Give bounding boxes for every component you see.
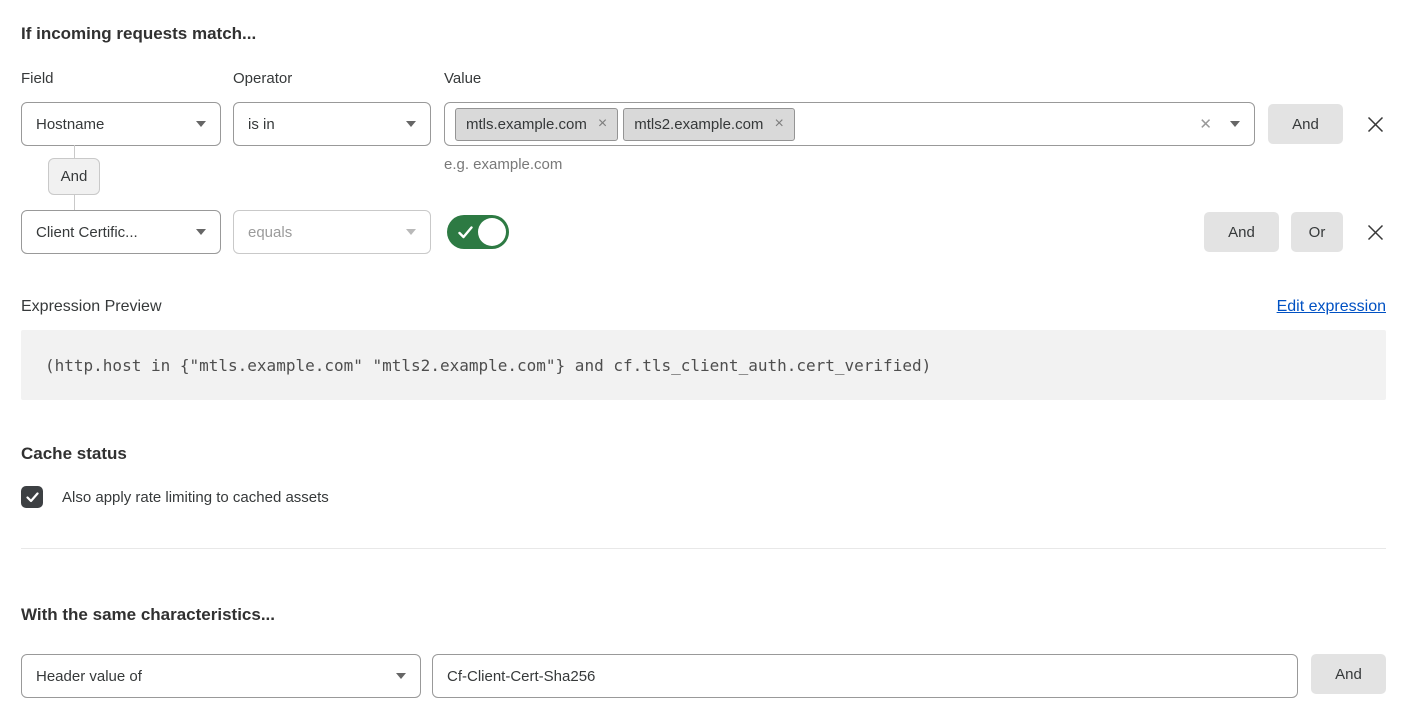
characteristic-select[interactable]: Header value of	[21, 654, 421, 698]
cache-checkbox-row: Also apply rate limiting to cached asset…	[21, 486, 1386, 508]
cached-assets-checkbox[interactable]	[21, 486, 43, 508]
field-select-2[interactable]: Client Certific...	[21, 210, 221, 254]
expression-preview-label: Expression Preview	[21, 298, 162, 316]
characteristic-select-value: Header value of	[36, 668, 142, 685]
connector-and-button[interactable]: And	[48, 158, 100, 195]
field-select-1[interactable]: Hostname	[21, 102, 221, 146]
add-and-condition-button-2[interactable]: And	[1204, 212, 1279, 252]
value-helper-text: e.g. example.com	[444, 156, 1255, 173]
expression-code: (http.host in {"mtls.example.com" "mtls2…	[21, 330, 1386, 400]
add-or-condition-button[interactable]: Or	[1291, 212, 1343, 252]
cached-assets-checkbox-label: Also apply rate limiting to cached asset…	[62, 489, 329, 506]
remove-tag-icon[interactable]: ×	[774, 116, 783, 132]
toggle-knob	[478, 218, 506, 246]
header-name-input[interactable]	[432, 654, 1298, 698]
value-tag-label: mtls2.example.com	[634, 116, 763, 133]
check-icon	[458, 226, 473, 239]
operator-select-1-value: is in	[248, 116, 275, 133]
characteristics-title: With the same characteristics...	[21, 605, 1386, 625]
value-tag-label: mtls.example.com	[466, 116, 587, 133]
chevron-down-icon	[406, 121, 416, 127]
expression-preview-header: Expression Preview Edit expression	[21, 298, 1386, 316]
value-multiselect-1[interactable]: mtls.example.com × mtls2.example.com × ✕	[444, 102, 1255, 146]
rule-row-2: Client Certific... equals And Or	[21, 210, 1386, 254]
chevron-down-icon	[406, 229, 416, 235]
remove-tag-icon[interactable]: ×	[598, 116, 607, 132]
chevron-down-icon	[196, 121, 206, 127]
rule-row-2-actions: And Or	[1204, 210, 1386, 252]
operator-select-2-value: equals	[248, 224, 292, 241]
operator-column-label: Operator	[233, 70, 431, 87]
delete-row-icon[interactable]	[1365, 114, 1386, 135]
check-icon	[26, 492, 39, 503]
value-column-label: Value	[444, 70, 481, 87]
field-select-1-value: Hostname	[36, 116, 104, 133]
value-multiselect-controls: ✕	[1197, 113, 1240, 135]
section-divider	[21, 548, 1386, 549]
add-characteristic-button[interactable]: And	[1311, 654, 1386, 694]
rule-builder-page: If incoming requests match... Field Oper…	[0, 0, 1420, 720]
add-and-condition-button-1[interactable]: And	[1268, 104, 1343, 144]
chevron-down-icon[interactable]	[1230, 121, 1240, 127]
value-tag: mtls.example.com ×	[455, 108, 618, 141]
chevron-down-icon	[396, 673, 406, 679]
characteristics-row: Header value of And	[21, 654, 1386, 698]
delete-row-icon[interactable]	[1365, 222, 1386, 243]
operator-select-1[interactable]: is in	[233, 102, 431, 146]
cache-status-title: Cache status	[21, 444, 1386, 464]
clear-values-icon[interactable]: ✕	[1197, 113, 1214, 135]
operator-select-2: equals	[233, 210, 431, 254]
field-column-label: Field	[21, 70, 221, 87]
rule-row-1: Hostname is in mtls.example.com × mtls2.…	[21, 102, 1386, 173]
match-section-title: If incoming requests match...	[21, 24, 1386, 44]
edit-expression-link[interactable]: Edit expression	[1277, 298, 1386, 316]
condition-connector: And	[48, 158, 108, 195]
chevron-down-icon	[196, 229, 206, 235]
value-column-1: mtls.example.com × mtls2.example.com × ✕…	[444, 102, 1255, 173]
value-tag: mtls2.example.com ×	[623, 108, 795, 141]
cert-verified-toggle[interactable]	[447, 215, 509, 249]
column-labels: Field Operator Value	[21, 70, 1386, 87]
field-select-2-value: Client Certific...	[36, 224, 138, 241]
